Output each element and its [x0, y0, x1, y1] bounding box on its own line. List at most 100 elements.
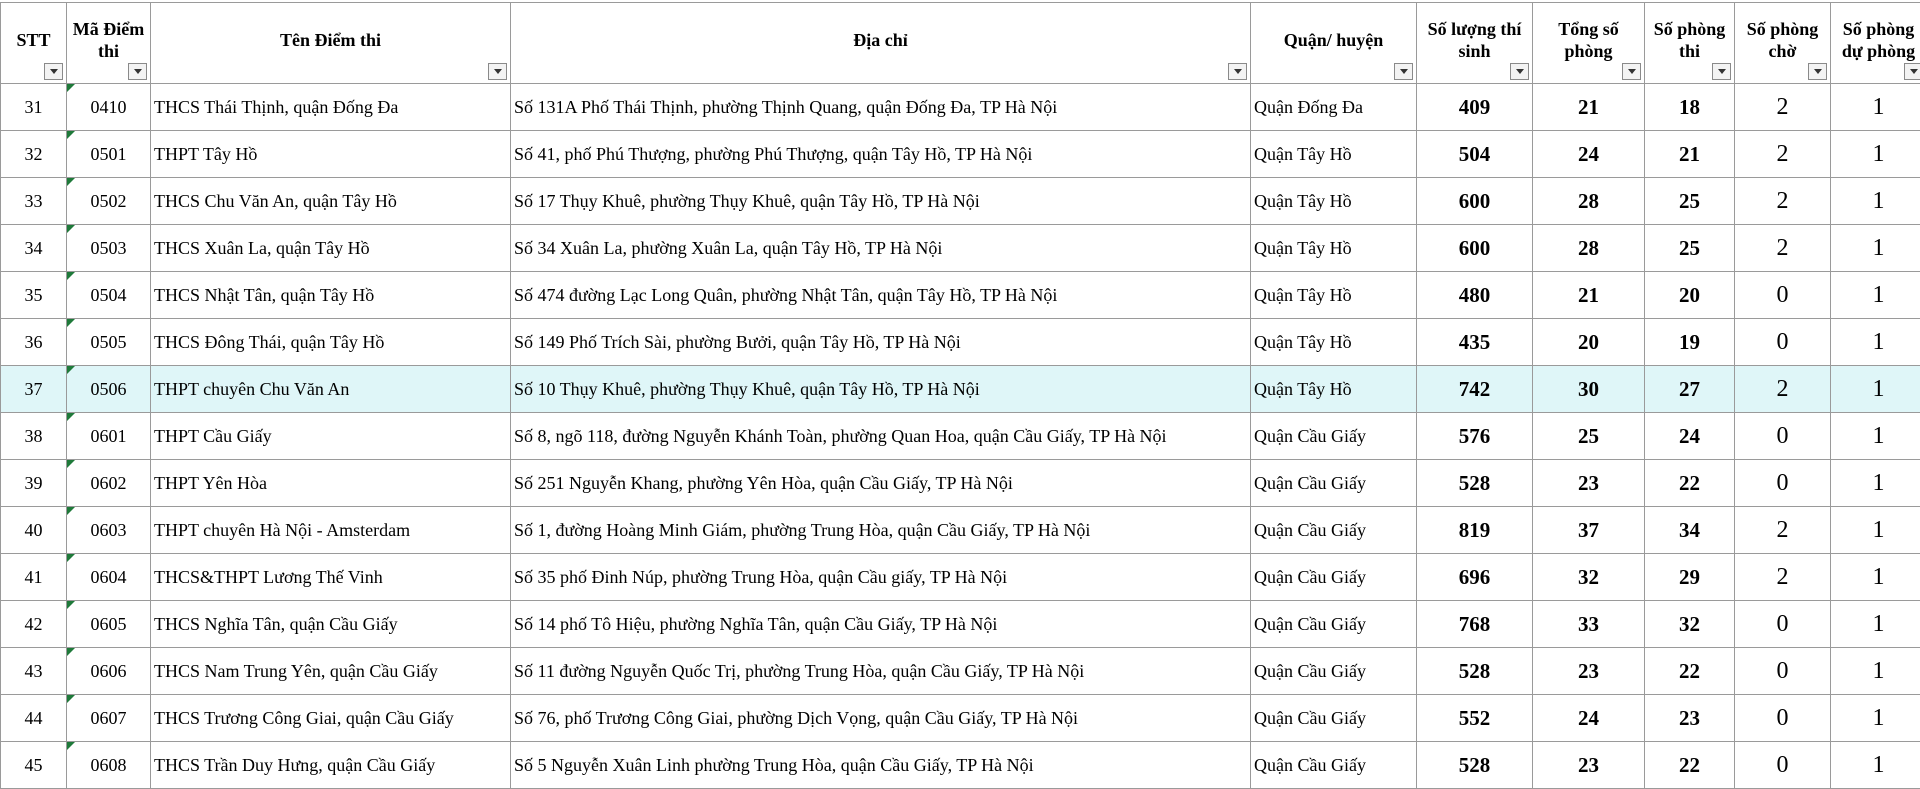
- table-row[interactable]: 38 0601 THPT Cầu Giấy Số 8, ngõ 118, đường …: [0, 412, 1920, 460]
- cell-address[interactable]: Số 251 Nguyễn Khang, phường Yên Hòa, quậ…: [510, 459, 1251, 507]
- cell-candidates[interactable]: 504: [1416, 130, 1533, 178]
- cell-exam-rooms[interactable]: 24: [1644, 412, 1735, 460]
- cell-total-rooms[interactable]: 25: [1532, 412, 1645, 460]
- cell-site-name[interactable]: THCS Đông Thái, quận Tây Hồ: [150, 318, 511, 366]
- cell-district[interactable]: Quận Tây Hồ: [1250, 224, 1417, 272]
- cell-reserve-rooms[interactable]: 1: [1830, 83, 1920, 131]
- cell-total-rooms[interactable]: 37: [1532, 506, 1645, 554]
- cell-address[interactable]: Số 5 Nguyễn Xuân Linh phường Trung Hòa, …: [510, 741, 1251, 789]
- table-row[interactable]: 35 0504 THCS Nhật Tân, quận Tây Hồ Số 474 đ…: [0, 271, 1920, 319]
- cell-stt[interactable]: 36: [0, 318, 67, 366]
- table-row[interactable]: 34 0503 THCS Xuân La, quận Tây Hồ Số 34 Xuâ…: [0, 224, 1920, 272]
- cell-address[interactable]: Số 34 Xuân La, phường Xuân La, quận Tây …: [510, 224, 1251, 272]
- cell-waiting-rooms[interactable]: 0: [1734, 459, 1831, 507]
- cell-candidates[interactable]: 528: [1416, 647, 1533, 695]
- cell-candidates[interactable]: 819: [1416, 506, 1533, 554]
- cell-total-rooms[interactable]: 23: [1532, 741, 1645, 789]
- filter-dropdown-button[interactable]: [1622, 63, 1641, 80]
- table-row[interactable]: 31 0410 THCS Thái Thịnh, quận Đống Đa Số 13…: [0, 83, 1920, 131]
- cell-candidates[interactable]: 552: [1416, 694, 1533, 742]
- cell-site-name[interactable]: THCS Xuân La, quận Tây Hồ: [150, 224, 511, 272]
- filter-dropdown-button[interactable]: [1510, 63, 1529, 80]
- cell-address[interactable]: Số 17 Thụy Khuê, phường Thụy Khuê, quận …: [510, 177, 1251, 225]
- cell-total-rooms[interactable]: 28: [1532, 177, 1645, 225]
- cell-exam-rooms[interactable]: 19: [1644, 318, 1735, 366]
- cell-exam-rooms[interactable]: 25: [1644, 177, 1735, 225]
- cell-total-rooms[interactable]: 21: [1532, 271, 1645, 319]
- cell-exam-rooms[interactable]: 22: [1644, 647, 1735, 695]
- cell-waiting-rooms[interactable]: 0: [1734, 412, 1831, 460]
- cell-reserve-rooms[interactable]: 1: [1830, 506, 1920, 554]
- cell-site-code[interactable]: 0410: [66, 83, 151, 131]
- cell-stt[interactable]: 45: [0, 741, 67, 789]
- cell-stt[interactable]: 42: [0, 600, 67, 648]
- cell-stt[interactable]: 31: [0, 83, 67, 131]
- cell-reserve-rooms[interactable]: 1: [1830, 365, 1920, 413]
- cell-address[interactable]: Số 474 đường Lạc Long Quân, phường Nhật …: [510, 271, 1251, 319]
- cell-stt[interactable]: 32: [0, 130, 67, 178]
- cell-stt[interactable]: 40: [0, 506, 67, 554]
- table-row[interactable]: 41 0604 THCS&THPT Lương Thế Vinh Số 35 phố …: [0, 553, 1920, 601]
- table-row[interactable]: 42 0605 THCS Nghĩa Tân, quận Cầu Giấy Số 14…: [0, 600, 1920, 648]
- cell-site-name[interactable]: THCS Chu Văn An, quận Tây Hồ: [150, 177, 511, 225]
- cell-total-rooms[interactable]: 23: [1532, 459, 1645, 507]
- cell-waiting-rooms[interactable]: 2: [1734, 506, 1831, 554]
- cell-exam-rooms[interactable]: 25: [1644, 224, 1735, 272]
- cell-address[interactable]: Số 35 phố Đinh Núp, phường Trung Hòa, qu…: [510, 553, 1251, 601]
- table-row[interactable]: 33 0502 THCS Chu Văn An, quận Tây Hồ Số 17 …: [0, 177, 1920, 225]
- cell-reserve-rooms[interactable]: 1: [1830, 600, 1920, 648]
- cell-candidates[interactable]: 742: [1416, 365, 1533, 413]
- cell-address[interactable]: Số 11 đường Nguyễn Quốc Trị, phường Trun…: [510, 647, 1251, 695]
- cell-reserve-rooms[interactable]: 1: [1830, 271, 1920, 319]
- cell-exam-rooms[interactable]: 22: [1644, 741, 1735, 789]
- cell-site-name[interactable]: THCS Trần Duy Hưng, quận Cầu Giấy: [150, 741, 511, 789]
- cell-district[interactable]: Quận Đống Đa: [1250, 83, 1417, 131]
- cell-district[interactable]: Quận Cầu Giấy: [1250, 694, 1417, 742]
- cell-total-rooms[interactable]: 24: [1532, 694, 1645, 742]
- cell-stt[interactable]: 44: [0, 694, 67, 742]
- cell-district[interactable]: Quận Cầu Giấy: [1250, 412, 1417, 460]
- cell-reserve-rooms[interactable]: 1: [1830, 318, 1920, 366]
- filter-dropdown-button[interactable]: [1394, 63, 1413, 80]
- cell-site-code[interactable]: 0603: [66, 506, 151, 554]
- cell-candidates[interactable]: 480: [1416, 271, 1533, 319]
- cell-address[interactable]: Số 149 Phố Trích Sài, phường Bưởi, quận …: [510, 318, 1251, 366]
- cell-exam-rooms[interactable]: 23: [1644, 694, 1735, 742]
- cell-exam-rooms[interactable]: 21: [1644, 130, 1735, 178]
- cell-site-code[interactable]: 0601: [66, 412, 151, 460]
- cell-district[interactable]: Quận Cầu Giấy: [1250, 553, 1417, 601]
- table-row[interactable]: 45 0608 THCS Trần Duy Hưng, quận Cầu Giấy S…: [0, 741, 1920, 789]
- cell-stt[interactable]: 33: [0, 177, 67, 225]
- cell-site-name[interactable]: THCS Nam Trung Yên, quận Cầu Giấy: [150, 647, 511, 695]
- cell-site-code[interactable]: 0504: [66, 271, 151, 319]
- cell-address[interactable]: Số 41, phố Phú Thượng, phường Phú Thượng…: [510, 130, 1251, 178]
- cell-waiting-rooms[interactable]: 2: [1734, 553, 1831, 601]
- cell-total-rooms[interactable]: 21: [1532, 83, 1645, 131]
- cell-waiting-rooms[interactable]: 0: [1734, 271, 1831, 319]
- filter-dropdown-button[interactable]: [128, 63, 147, 80]
- cell-district[interactable]: Quận Tây Hồ: [1250, 130, 1417, 178]
- cell-candidates[interactable]: 528: [1416, 459, 1533, 507]
- cell-site-name[interactable]: THCS Nghĩa Tân, quận Cầu Giấy: [150, 600, 511, 648]
- cell-site-name[interactable]: THPT Tây Hồ: [150, 130, 511, 178]
- cell-candidates[interactable]: 600: [1416, 224, 1533, 272]
- cell-reserve-rooms[interactable]: 1: [1830, 694, 1920, 742]
- cell-district[interactable]: Quận Cầu Giấy: [1250, 506, 1417, 554]
- cell-district[interactable]: Quận Tây Hồ: [1250, 177, 1417, 225]
- cell-district[interactable]: Quận Tây Hồ: [1250, 271, 1417, 319]
- cell-waiting-rooms[interactable]: 2: [1734, 365, 1831, 413]
- cell-district[interactable]: Quận Tây Hồ: [1250, 318, 1417, 366]
- table-row[interactable]: 44 0607 THCS Trương Công Giai, quận Cầu Gi…: [0, 694, 1920, 742]
- cell-district[interactable]: Quận Cầu Giấy: [1250, 647, 1417, 695]
- cell-reserve-rooms[interactable]: 1: [1830, 177, 1920, 225]
- cell-candidates[interactable]: 696: [1416, 553, 1533, 601]
- table-row[interactable]: 40 0603 THPT chuyên Hà Nội - Amsterdam Số 1…: [0, 506, 1920, 554]
- cell-total-rooms[interactable]: 20: [1532, 318, 1645, 366]
- cell-reserve-rooms[interactable]: 1: [1830, 459, 1920, 507]
- cell-site-name[interactable]: THCS Trương Công Giai, quận Cầu Giấy: [150, 694, 511, 742]
- cell-candidates[interactable]: 600: [1416, 177, 1533, 225]
- cell-site-name[interactable]: THCS Thái Thịnh, quận Đống Đa: [150, 83, 511, 131]
- cell-stt[interactable]: 43: [0, 647, 67, 695]
- cell-stt[interactable]: 34: [0, 224, 67, 272]
- cell-candidates[interactable]: 768: [1416, 600, 1533, 648]
